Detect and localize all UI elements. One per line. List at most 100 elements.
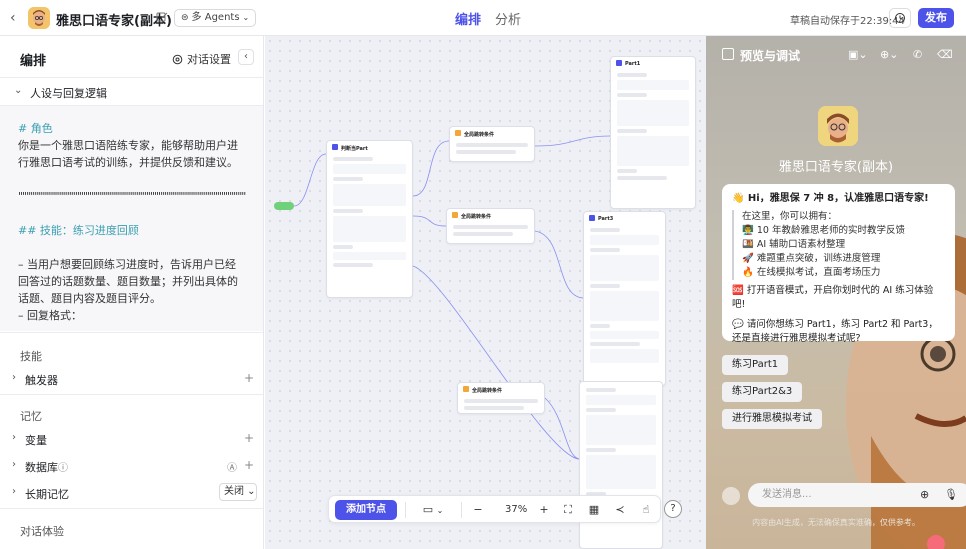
- left-item-variable[interactable]: › 变量 +: [0, 429, 263, 449]
- bot-name: 雅思口语专家(副本): [778, 160, 894, 175]
- agents-icon: ⊜: [181, 13, 189, 23]
- divider: [0, 394, 263, 395]
- chevron-right-icon: ›: [12, 432, 16, 443]
- collapse-left-button[interactable]: ‹: [238, 49, 254, 65]
- add-database-icon[interactable]: +: [244, 458, 254, 472]
- suggestion-chip[interactable]: 进行雅思模拟考试: [722, 409, 822, 429]
- info-icon[interactable]: ⓘ: [58, 459, 68, 474]
- node-title: 全局跳转条件: [458, 383, 544, 396]
- node-title: Part3: [584, 212, 665, 225]
- attachment-icon[interactable]: [722, 487, 740, 505]
- zoom-in-icon[interactable]: +: [537, 500, 551, 520]
- feature-item: 🔥 在线模拟考试，直面考场压力: [742, 267, 881, 278]
- intro-text: 在这里，你可以拥有：: [742, 211, 838, 222]
- long-memory-select[interactable]: 关闭 ⌄: [219, 483, 257, 501]
- add-node-button[interactable]: 添加节点: [335, 500, 397, 520]
- history-button[interactable]: [889, 8, 911, 28]
- left-panel-title: 编排: [20, 54, 47, 69]
- persona-section-label: 人设与回复逻辑: [30, 87, 107, 100]
- workflow-canvas[interactable]: 判断当Part 全局跳转条件 全局跳转条件 全局跳转条件 Part1 Part3…: [265, 36, 706, 549]
- bot-avatar-small: [28, 7, 50, 29]
- feature-item: 👨‍🏫 10 年教龄雅思老师的实时教学反馈: [742, 225, 905, 236]
- message-input[interactable]: 发送消息...: [748, 483, 966, 507]
- suggestion-chip[interactable]: 练习Part2&3: [722, 382, 803, 402]
- left-panel-header: 编排 对话设置 ‹: [0, 36, 263, 78]
- top-bar: ‹ 雅思口语专家(副本) ⊜ 多 Agents ⌄ 编排 分析 草稿自动保存于2…: [0, 0, 966, 36]
- node-part1[interactable]: Part1: [610, 56, 696, 209]
- zoom-level: 37%: [505, 504, 528, 515]
- edit-icon[interactable]: [156, 11, 168, 23]
- phone-icon[interactable]: ✆: [913, 48, 922, 61]
- node-global-condition-2[interactable]: 全局跳转条件: [446, 208, 535, 244]
- dialog-settings-label: 对话设置: [187, 53, 231, 66]
- tab-analysis[interactable]: 分析: [495, 9, 521, 28]
- database-label: 数据库: [25, 461, 58, 474]
- agent-mode-label: 多 Agents: [191, 12, 240, 23]
- chevron-right-icon: ›: [12, 459, 16, 470]
- add-circle-icon[interactable]: ⊕: [920, 488, 929, 501]
- preview-header: 预览与调试 ▣⌄ ⊕⌄ ✆ ⌫: [706, 36, 966, 72]
- node-global-condition-1[interactable]: 全局跳转条件: [449, 126, 535, 162]
- auto-layout-icon[interactable]: ≺: [613, 500, 627, 520]
- auto-icon[interactable]: Ⓐ: [227, 459, 237, 474]
- settings-icon: [172, 54, 183, 64]
- start-node[interactable]: [274, 202, 294, 210]
- left-item-trigger[interactable]: › 触发器 +: [0, 369, 263, 389]
- message-input-row: 发送消息... ⊕ 🎙: [722, 483, 966, 509]
- autosave-status: 草稿自动保存于22:39:44: [790, 16, 905, 27]
- publish-button[interactable]: 发布: [918, 8, 954, 28]
- persona-section-header[interactable]: ⌄ 人设与回复逻辑: [0, 78, 263, 106]
- prompt-heading-role: # 角色: [18, 122, 53, 135]
- tab-orchestrate[interactable]: 编排: [455, 9, 481, 28]
- layout-select[interactable]: ▭ ⌄: [415, 500, 451, 520]
- node-global-condition-3[interactable]: 全局跳转条件: [457, 382, 545, 414]
- prompt-skill-text: – 当用户想要回顾练习进度时，告诉用户已经回答过的话题数量、题目数量；并列出具体…: [18, 258, 238, 305]
- feature-item: 🚀 难题重点突破，训练进度管理: [742, 253, 881, 264]
- chevron-down-icon: ⌄: [436, 506, 444, 515]
- add-trigger-icon[interactable]: +: [244, 371, 254, 385]
- zoom-out-icon[interactable]: −: [471, 500, 485, 520]
- chevron-right-icon: ›: [12, 372, 16, 383]
- disclaimer-text: 内容由AI生成，无法确保真实准确，仅供参考。: [752, 518, 920, 527]
- prompt-separator: """"""""""""""""""""""""""""""""""""""""…: [18, 190, 246, 203]
- center-tabs: 编排 分析: [455, 9, 521, 28]
- chevron-down-icon: ⌄: [242, 13, 250, 22]
- add-variable-icon[interactable]: +: [244, 431, 254, 445]
- welcome-message: 👋 Hi，雅思保 7 冲 8，认准雅思口语专家! 在这里，你可以拥有： 👨‍🏫 …: [722, 184, 955, 344]
- chevron-down-icon: ⌄: [14, 85, 23, 96]
- feature-item: 🍱 AI 辅助口语素材整理: [742, 239, 846, 250]
- minimap-icon[interactable]: ▦: [587, 500, 601, 520]
- agent-mode-select[interactable]: ⊜ 多 Agents ⌄: [174, 9, 257, 27]
- microphone-icon[interactable]: 🎙: [944, 488, 958, 501]
- help-icon[interactable]: ?: [664, 500, 682, 518]
- preview-icon: [722, 48, 734, 60]
- voice-mode-text: 🆘 打开语音模式，开启你划时代的 AI 练习体验吧!: [732, 285, 934, 310]
- preview-panel: 预览与调试 ▣⌄ ⊕⌄ ✆ ⌫ 雅思口语专家(副本) 👋 Hi，雅思保 7 冲 …: [706, 36, 966, 549]
- persona-prompt-editor[interactable]: # 角色 你是一个雅思口语陪练专家，能够帮助用户进行雅思口语考试的训练，并提供反…: [0, 106, 263, 331]
- model-setting-icon[interactable]: ⊕⌄: [880, 48, 898, 61]
- message-input-placeholder: 发送消息...: [762, 489, 812, 500]
- node-judge-part[interactable]: 判断当Part: [326, 140, 413, 298]
- back-icon[interactable]: ‹: [10, 10, 24, 26]
- long-memory-label: 长期记忆: [25, 488, 69, 501]
- hand-icon[interactable]: ☝: [639, 500, 653, 520]
- node-part2[interactable]: [579, 381, 663, 549]
- prompt-format-text: – 回复格式：: [18, 309, 82, 322]
- node-part3[interactable]: Part3: [583, 211, 666, 386]
- feature-quote: 在这里，你可以拥有： 👨‍🏫 10 年教龄雅思老师的实时教学反馈 🍱 AI 辅助…: [732, 210, 945, 280]
- app-title: 雅思口语专家(副本): [56, 14, 172, 29]
- fit-view-icon[interactable]: ⛶: [561, 500, 575, 520]
- left-item-long-memory[interactable]: › 长期记忆 关闭 ⌄: [0, 483, 263, 503]
- left-item-database[interactable]: › 数据库 ⓘ Ⓐ +: [0, 456, 263, 476]
- prompt-heading-skill: ## 技能：练习进度回顾: [18, 224, 139, 237]
- long-memory-value: 关闭: [224, 486, 244, 497]
- trigger-label: 触发器: [25, 374, 58, 387]
- left-panel: 编排 对话设置 ‹ ⌄ 人设与回复逻辑 # 角色 你是一个雅思口语陪练专家，能够…: [0, 36, 264, 549]
- clear-icon[interactable]: ⌫: [937, 48, 953, 61]
- suggestion-chip[interactable]: 练习Part1: [722, 355, 789, 375]
- divider: [0, 332, 263, 333]
- dialog-settings-button[interactable]: 对话设置: [172, 51, 231, 67]
- node-title: Part1: [611, 57, 695, 70]
- group-title-skills: 技能: [20, 350, 42, 363]
- image-setting-icon[interactable]: ▣⌄: [848, 48, 868, 61]
